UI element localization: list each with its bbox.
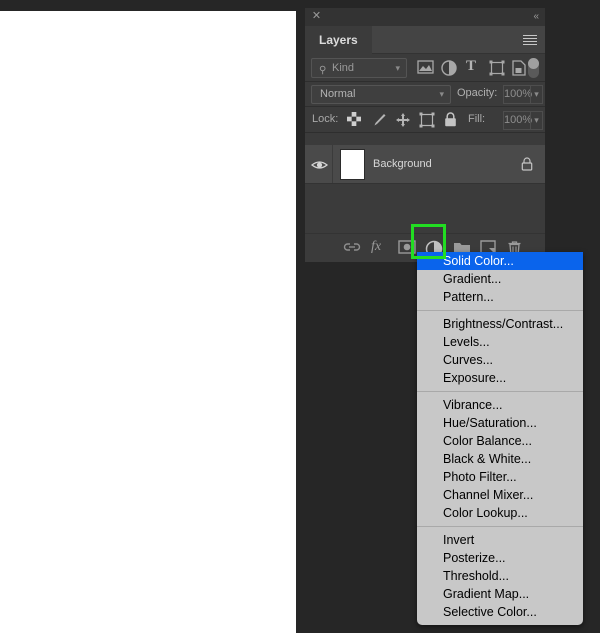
document-title-bar <box>0 0 296 11</box>
filter-kind-select[interactable]: ⚲ Kind ▾ <box>311 58 407 78</box>
menu-item[interactable]: Vibrance... <box>417 396 583 414</box>
new-adjustment-layer-menu: Solid Color... Gradient... Pattern... Brigh… <box>417 252 583 625</box>
layer-mask-button[interactable] <box>398 240 416 258</box>
table-row[interactable]: Background <box>305 145 545 184</box>
blend-mode-value: Normal <box>320 88 356 100</box>
panel-title-bar: ✕ « <box>305 8 545 26</box>
hamburger-menu-icon[interactable] <box>523 35 537 46</box>
menu-item[interactable]: Levels... <box>417 333 583 351</box>
layer-style-button[interactable]: fx <box>371 239 389 257</box>
panel-tab-strip: Layers <box>305 26 545 54</box>
menu-item[interactable]: Channel Mixer... <box>417 486 583 504</box>
filter-kind-label: Kind <box>332 62 355 74</box>
blend-mode-row: Normal ▾ Opacity: 100% ▾ <box>305 82 545 107</box>
chevron-down-icon: ▾ <box>439 89 444 99</box>
layers-panel: ✕ « Layers ⚲ Kind ▾ T Normal ▾ Opacity: … <box>305 8 545 262</box>
opacity-chevron-icon[interactable]: ▾ <box>530 85 543 104</box>
fill-chevron-icon[interactable]: ▾ <box>530 111 543 130</box>
menu-item[interactable]: Gradient... <box>417 270 583 288</box>
menu-item[interactable]: Photo Filter... <box>417 468 583 486</box>
lock-artboard-nesting-icon[interactable] <box>419 112 435 128</box>
layer-name-label: Background <box>373 158 432 170</box>
filter-enable-toggle[interactable] <box>528 58 539 78</box>
filter-type-icon[interactable]: T <box>466 58 483 74</box>
menu-item[interactable]: Color Lookup... <box>417 504 583 522</box>
menu-item[interactable]: Hue/Saturation... <box>417 414 583 432</box>
lock-row: Lock: Fill: 100% ▾ <box>305 107 545 133</box>
chevron-down-icon: ▾ <box>395 63 400 73</box>
double-chevron-left-icon[interactable]: « <box>533 11 538 22</box>
blend-mode-select[interactable]: Normal ▾ <box>311 85 451 104</box>
menu-item[interactable]: Posterize... <box>417 549 583 567</box>
menu-item[interactable]: Exposure... <box>417 369 583 387</box>
menu-item[interactable]: Brightness/Contrast... <box>417 315 583 333</box>
layer-list: Background <box>305 145 545 233</box>
layer-visibility-toggle[interactable] <box>305 145 333 183</box>
eye-icon <box>310 158 329 170</box>
layer-filter-row: ⚲ Kind ▾ T <box>305 54 545 82</box>
fill-label: Fill: <box>468 113 486 125</box>
menu-item[interactable]: Threshold... <box>417 567 583 585</box>
lock-all-icon[interactable] <box>444 112 460 128</box>
document-canvas[interactable] <box>0 11 296 633</box>
lock-image-pixels-icon[interactable] <box>371 112 387 128</box>
search-icon: ⚲ <box>319 65 327 76</box>
fill-input[interactable]: 100% <box>503 111 532 130</box>
menu-item[interactable]: Invert <box>417 531 583 549</box>
menu-separator <box>417 526 583 527</box>
filter-pixel-icon[interactable] <box>417 60 434 76</box>
close-icon[interactable]: ✕ <box>311 11 322 22</box>
lock-label: Lock: <box>312 113 339 125</box>
menu-item[interactable]: Black & White... <box>417 450 583 468</box>
lock-position-icon[interactable] <box>395 112 411 128</box>
opacity-input[interactable]: 100% <box>503 85 532 104</box>
menu-separator <box>417 310 583 311</box>
filter-adjustment-icon[interactable] <box>441 60 458 76</box>
tab-layers[interactable]: Layers <box>305 26 372 54</box>
opacity-label: Opacity: <box>457 87 498 99</box>
filter-shape-icon[interactable] <box>489 60 506 76</box>
menu-item[interactable]: Selective Color... <box>417 603 583 621</box>
lock-transparent-pixels-icon[interactable] <box>347 112 363 128</box>
menu-separator <box>417 391 583 392</box>
menu-item[interactable]: Color Balance... <box>417 432 583 450</box>
layer-thumbnail[interactable] <box>340 149 365 180</box>
menu-item[interactable]: Gradient Map... <box>417 585 583 603</box>
link-layers-button[interactable] <box>343 240 361 258</box>
filter-smart-object-icon[interactable] <box>512 60 529 76</box>
menu-item[interactable]: Curves... <box>417 351 583 369</box>
layer-locked-icon <box>521 157 533 171</box>
menu-item[interactable]: Solid Color... <box>417 252 583 270</box>
menu-item[interactable]: Pattern... <box>417 288 583 306</box>
